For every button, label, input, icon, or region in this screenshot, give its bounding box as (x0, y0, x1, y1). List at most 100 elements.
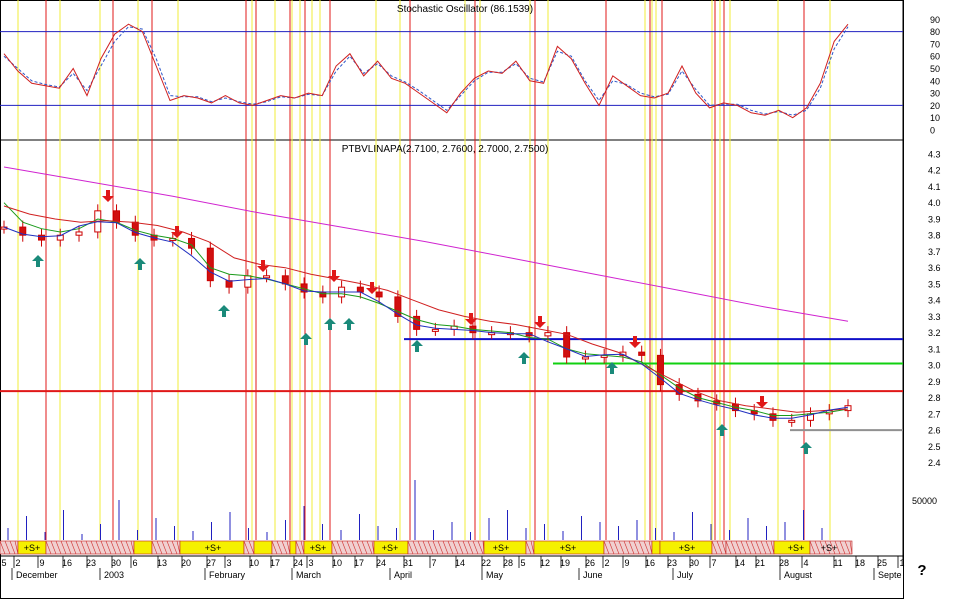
signal-strip-segment (133, 540, 153, 555)
buy-arrow-icon (134, 258, 146, 270)
price-tick-label: 3.6 (928, 263, 941, 273)
date-day-label: 13 (157, 558, 167, 568)
signal-label: +S+ (310, 543, 327, 553)
price-tick-label: 4.2 (928, 166, 941, 176)
date-day-label: 16 (62, 558, 72, 568)
price-tick-label: 3.4 (928, 296, 941, 306)
price-tick-label: 3.9 (928, 214, 941, 224)
price-tick-label: 3.5 (928, 279, 941, 289)
stochastic-tick-label: 80 (930, 27, 940, 37)
price-tick-label: 2.7 (928, 409, 941, 419)
price-candle (38, 234, 46, 241)
date-month-label: 2003 (104, 570, 124, 580)
stochastic-d-line (3, 26, 849, 116)
date-day-label: 4 (803, 558, 808, 568)
price-candle (263, 275, 271, 279)
price-candle (394, 296, 402, 317)
stochastic-tick-label: 0 (930, 126, 935, 136)
date-day-label: 28 (503, 558, 513, 568)
date-day-label: 2 (604, 558, 609, 568)
price-candle (581, 356, 589, 360)
date-day-label: 19 (560, 558, 570, 568)
price-tick-label: 3.7 (928, 247, 941, 257)
stochastic-tick-label: 90 (930, 15, 940, 25)
buy-arrow-icon (716, 424, 728, 436)
buy-arrow-icon (343, 318, 355, 330)
stochastic-tick-label: 60 (930, 52, 940, 62)
date-day-label: 1 (899, 558, 904, 568)
date-day-label: 31 (403, 558, 413, 568)
price-tick-label: 2.9 (928, 377, 941, 387)
moving-average-blue (3, 221, 849, 419)
price-tick-label: 2.6 (928, 426, 941, 436)
signal-label: +S+ (679, 543, 696, 553)
signal-label: +S+ (24, 543, 41, 553)
price-candle (563, 332, 571, 358)
signal-strip-segment (651, 540, 661, 555)
stock-chart: +S+ +S+ +S+ +S+ +S+ +S+ +S+ +S+ +S+ 908070605040… (0, 0, 941, 599)
sell-arrow-icon (756, 396, 768, 408)
volume-bars (7, 480, 823, 540)
date-day-label: 7 (711, 558, 716, 568)
signal-strip-segment (253, 540, 273, 555)
date-day-label: 23 (667, 558, 677, 568)
stochastic-tick-label: 40 (930, 76, 940, 86)
price-tick-label: 2.8 (928, 393, 941, 403)
date-day-label: 16 (645, 558, 655, 568)
help-icon[interactable]: ? (917, 562, 926, 579)
price-candle (375, 291, 383, 298)
price-candle (281, 275, 289, 285)
signal-label: +S+ (788, 543, 805, 553)
date-day-label: 12 (540, 558, 550, 568)
price-candle (75, 231, 83, 236)
price-candle (544, 332, 552, 337)
date-day-label: 5 (520, 558, 525, 568)
buy-arrow-icon (32, 255, 44, 267)
stochastic-tick-label: 10 (930, 113, 940, 123)
stochastic-tick-label: 30 (930, 89, 940, 99)
date-day-label: 14 (455, 558, 465, 568)
signal-strip-segment (243, 540, 255, 555)
axes: 90 80 70 60 50 40 30 20 10 0 4.3 4.2 4.1 4.0 3.9 3.8 3.7… (0, 15, 941, 580)
date-day-label: 26 (585, 558, 595, 568)
signal-label: +S+ (382, 543, 399, 553)
stochastic-tick-label: 70 (930, 39, 940, 49)
signal-strip-segment (289, 540, 297, 555)
date-day-label: 5 (1, 558, 6, 568)
price-tick-label: 4.0 (928, 198, 941, 208)
moving-average-red (3, 205, 849, 413)
stochastic-tick-label: 20 (930, 101, 940, 111)
price-candle (788, 419, 796, 423)
price-candle (244, 275, 252, 288)
price-candle (113, 210, 121, 223)
date-day-label: 7 (431, 558, 436, 568)
date-day-label: 17 (354, 558, 364, 568)
price-panel (0, 166, 903, 454)
stochastic-panel (0, 23, 903, 119)
date-day-label: 24 (293, 558, 303, 568)
price-tick-label: 4.3 (928, 150, 941, 160)
price-tick-label: 3.8 (928, 231, 941, 241)
buy-arrow-icon (218, 305, 230, 317)
date-day-label: 18 (855, 558, 865, 568)
date-day-label: 2 (15, 558, 20, 568)
moving-average-green (3, 202, 849, 416)
date-day-label: 27 (206, 558, 216, 568)
price-candle (431, 328, 439, 332)
price-tick-label: 3.3 (928, 312, 941, 322)
price-title: PTBVLINAPA(2.7100, 2.7600, 2.7000, 2.750… (342, 144, 549, 155)
buy-arrow-icon (300, 333, 312, 345)
price-tick-label: 2.5 (928, 442, 941, 452)
date-day-label: 14 (735, 558, 745, 568)
date-day-label: 9 (39, 558, 44, 568)
volume-tick-label: 50000 (912, 496, 937, 506)
price-tick-label: 3.2 (928, 328, 941, 338)
price-tick-label: 2.4 (928, 458, 941, 468)
date-day-label: 3 (308, 558, 313, 568)
signal-strip: +S+ +S+ +S+ +S+ +S+ +S+ +S+ +S+ +S+ (0, 540, 903, 557)
price-tick-label: 3.1 (928, 344, 941, 354)
sell-arrow-icon (257, 260, 269, 272)
date-month-label: August (784, 570, 813, 580)
date-day-label: 23 (86, 558, 96, 568)
date-day-label: 20 (181, 558, 191, 568)
